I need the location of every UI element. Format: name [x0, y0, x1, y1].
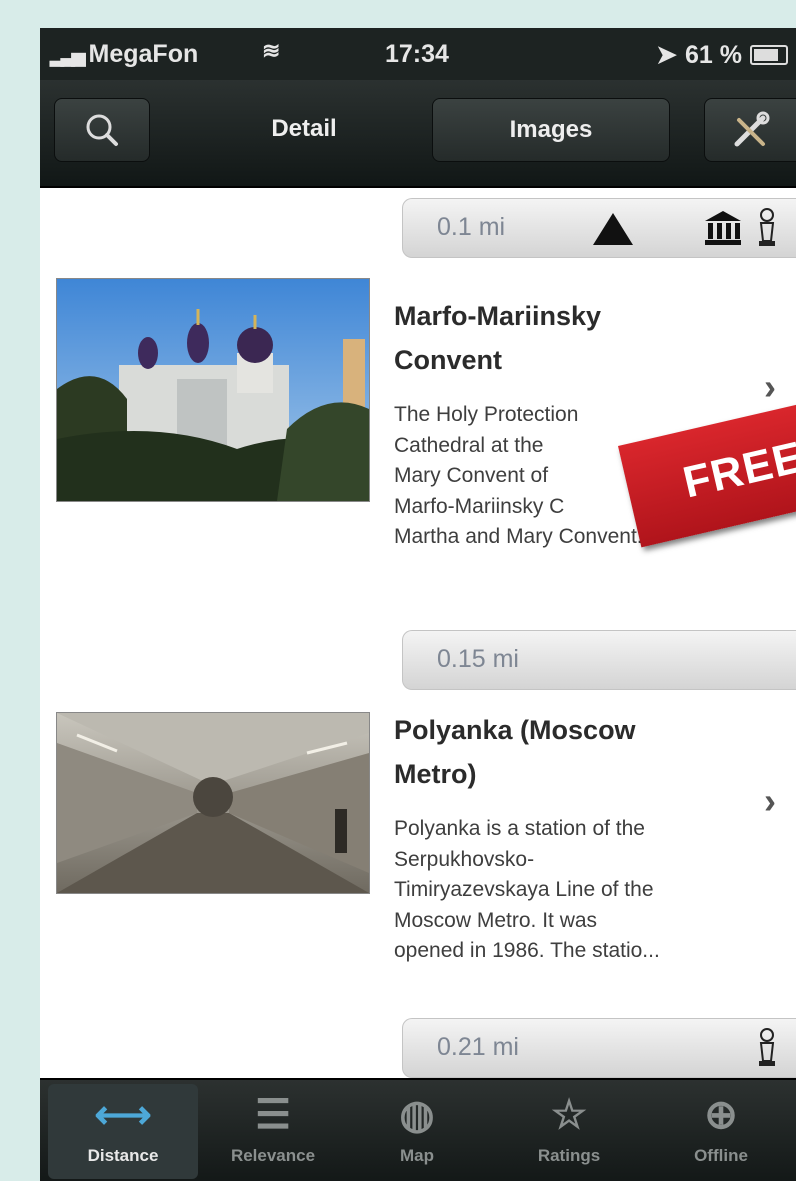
- tab-bar: ⟷ Distance ☰ Relevance ◍ Map ☆ Ratings ⊕…: [40, 1078, 796, 1181]
- metro-photo: [56, 712, 370, 894]
- item-title-line: Metro): [394, 759, 477, 789]
- wifi-icon: ≋: [262, 38, 281, 63]
- distance-label: 0.21 mi: [437, 1033, 519, 1061]
- tab-label: Distance: [87, 1146, 159, 1165]
- tab-detail[interactable]: Detail: [194, 98, 414, 160]
- arrows-horizontal-icon: ⟷: [94, 1093, 152, 1137]
- battery-icon: [750, 45, 788, 65]
- attraction-list[interactable]: 0.1 mi Marfo-Mariinsky Convent The Holy …: [40, 188, 796, 1078]
- list-icon: ☰: [255, 1093, 291, 1137]
- tab-ratings[interactable]: ☆ Ratings: [494, 1084, 644, 1179]
- mountain-icon: [593, 213, 633, 245]
- convent-photo: [56, 278, 370, 502]
- carrier-label: MegaFon: [88, 40, 199, 68]
- distance-bar: 0.21 mi: [402, 1018, 796, 1078]
- item-description-line: Timiryazevskaya Line of the: [394, 878, 654, 901]
- museum-icon: [705, 211, 741, 245]
- globe-icon: ◍: [399, 1093, 435, 1137]
- tab-label: Map: [400, 1146, 434, 1165]
- clock: 17:34: [385, 40, 449, 68]
- distance-bar: 0.15 mi: [402, 630, 796, 690]
- tab-label: Offline: [694, 1146, 748, 1165]
- status-bar: ▂▃▅ MegaFon ≋ 17:34 ➤ 61 %: [40, 28, 796, 80]
- download-icon: ⊕: [704, 1093, 738, 1137]
- signal-icon: ▂▃▅: [50, 46, 85, 66]
- tab-map[interactable]: ◍ Map: [342, 1084, 492, 1179]
- monument-icon: [759, 208, 775, 246]
- tab-label: Relevance: [230, 1146, 316, 1165]
- tab-images[interactable]: Images: [432, 98, 670, 162]
- monument-icon: [759, 1028, 775, 1066]
- battery-percent: 61 %: [685, 40, 742, 69]
- tools-icon: [734, 111, 770, 147]
- item-description-line: opened in 1986. The statio...: [394, 939, 660, 962]
- tools-button[interactable]: [704, 98, 796, 162]
- distance-bar: 0.1 mi: [402, 198, 796, 258]
- item-description: Polyanka is a station of the Serpukhovsk…: [394, 814, 764, 967]
- item-title: Marfo-Mariinsky Convent: [394, 294, 724, 382]
- location-arrow-icon: ➤: [656, 41, 678, 69]
- item-title-line: Convent: [394, 345, 502, 375]
- tab-offline[interactable]: ⊕ Offline: [646, 1084, 796, 1179]
- item-description-line: Polyanka is a station of the: [394, 817, 645, 840]
- item-description-line: Serpukhovsko-: [394, 847, 535, 871]
- distance-label: 0.15 mi: [437, 645, 519, 673]
- distance-label: 0.1 mi: [437, 213, 506, 241]
- item-title-line: Marfo-Mariinsky: [394, 301, 602, 331]
- nav-bar: Detail Images: [40, 80, 796, 188]
- search-button[interactable]: [54, 98, 150, 162]
- carrier: ▂▃▅ MegaFon: [50, 40, 198, 69]
- chevron-right-icon[interactable]: ›: [764, 780, 776, 822]
- item-title: Polyanka (Moscow Metro): [394, 708, 724, 796]
- magnifier-icon: [86, 114, 118, 146]
- tab-relevance[interactable]: ☰ Relevance: [198, 1084, 348, 1179]
- status-right: ➤ 61 %: [656, 40, 788, 70]
- star-icon: ☆: [551, 1093, 587, 1137]
- item-title-line: Polyanka (Moscow: [394, 715, 636, 745]
- tab-distance[interactable]: ⟷ Distance: [48, 1084, 198, 1179]
- chevron-right-icon[interactable]: ›: [764, 366, 776, 408]
- item-description-line: Moscow Metro. It was: [394, 908, 598, 932]
- tab-label: Ratings: [537, 1146, 601, 1165]
- phone-screen: ▂▃▅MegaFon ≋ 17:34 ➤ 61 % Detail Images: [40, 28, 796, 1181]
